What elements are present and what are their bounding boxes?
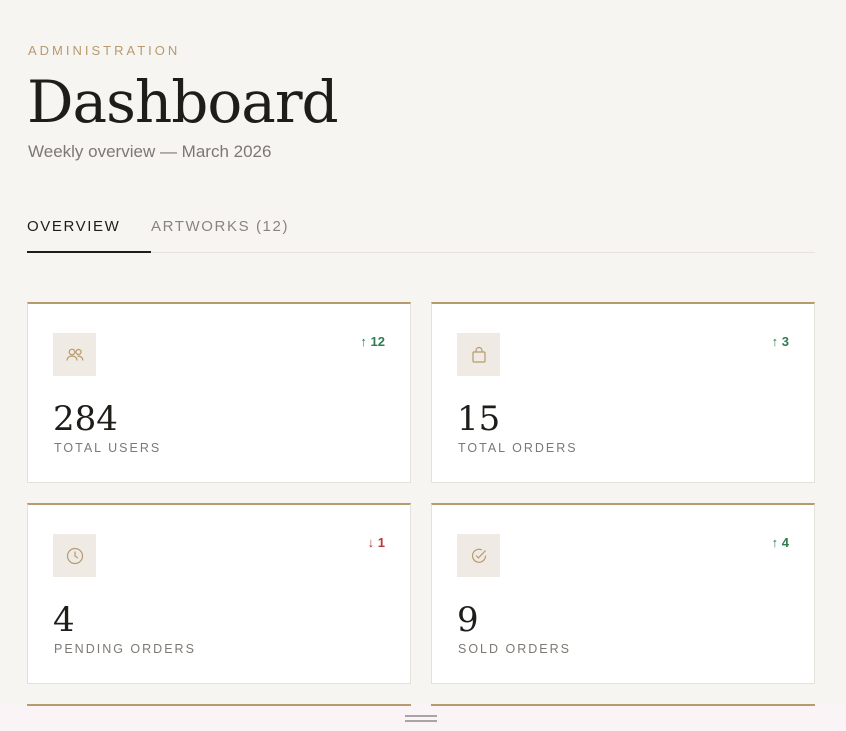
tab-overview[interactable]: OVERVIEW: [27, 218, 120, 253]
stat-card-peek: [431, 704, 815, 731]
section-overline: ADMINISTRATION: [28, 43, 181, 58]
stat-value: 284: [53, 399, 118, 439]
stat-card-total-orders[interactable]: ↑ 3 15 TOTAL ORDERS: [431, 302, 815, 483]
trend-badge: ↑ 12: [360, 334, 385, 349]
stat-card-pending-orders[interactable]: ↓ 1 4 PENDING ORDERS: [27, 503, 411, 684]
trend-badge: ↑ 3: [771, 334, 789, 349]
stat-card-total-users[interactable]: ↑ 12 284 TOTAL USERS: [27, 302, 411, 483]
stat-label: TOTAL USERS: [54, 441, 162, 455]
trend-badge: ↑ 4: [771, 535, 789, 550]
clock-icon: [53, 534, 96, 577]
stat-label: TOTAL ORDERS: [458, 441, 578, 455]
shopping-bag-icon: [457, 333, 500, 376]
stat-label: PENDING ORDERS: [54, 642, 196, 656]
stat-card-sold-orders[interactable]: ↑ 4 9 SOLD ORDERS: [431, 503, 815, 684]
stat-value: 9: [457, 600, 479, 640]
users-icon: [53, 333, 96, 376]
drag-handle[interactable]: [405, 715, 437, 724]
tab-bar: OVERVIEW ARTWORKS (12): [27, 206, 815, 253]
check-circle-icon: [457, 534, 500, 577]
trend-badge: ↓ 1: [367, 535, 385, 550]
stat-label: SOLD ORDERS: [458, 642, 571, 656]
stat-value: 15: [457, 399, 501, 439]
active-tab-indicator: [27, 251, 151, 253]
page-subtitle: Weekly overview — March 2026: [28, 142, 272, 161]
stat-card-peek: [27, 704, 411, 731]
stat-value: 4: [53, 600, 75, 640]
page-title: Dashboard: [27, 68, 339, 136]
tab-artworks[interactable]: ARTWORKS (12): [151, 218, 289, 253]
dashboard-page: ADMINISTRATION Dashboard Weekly overview…: [0, 0, 846, 731]
